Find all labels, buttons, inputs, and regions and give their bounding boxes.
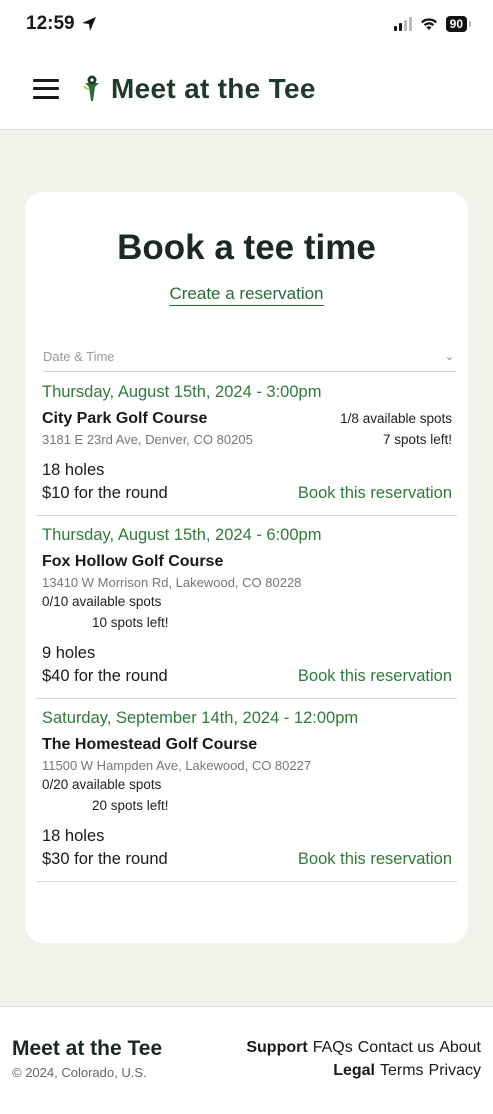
price: $10 for the round xyxy=(42,484,168,502)
spots-left: 20 spots left! xyxy=(92,798,169,813)
status-time: 12:59 xyxy=(26,13,75,34)
footer-legal-heading: Legal xyxy=(333,1062,375,1079)
course-name: The Homestead Golf Course xyxy=(42,736,258,753)
footer-link-terms[interactable]: Terms xyxy=(380,1062,424,1080)
chevron-down-icon: ⌄ xyxy=(444,351,454,363)
hamburger-menu-icon[interactable] xyxy=(33,78,59,99)
reservation-date: Saturday, September 14th, 2024 - 12:00pm xyxy=(42,709,359,727)
course-address: 13410 W Morrison Rd, Lakewood, CO 80228 xyxy=(42,575,302,590)
book-reservation-link[interactable]: Book this reservation xyxy=(298,850,452,869)
app-header: Meet at the Tee xyxy=(0,48,493,130)
footer-support-heading: Support xyxy=(246,1039,308,1056)
create-reservation-link[interactable]: Create a reservation xyxy=(169,284,324,306)
holes: 18 holes xyxy=(42,461,105,479)
reservation-list: Thursday, August 15th, 2024 - 3:00pm Cit… xyxy=(36,373,457,882)
book-reservation-link[interactable]: Book this reservation xyxy=(298,667,452,686)
footer-link-contact[interactable]: Contact us xyxy=(358,1039,434,1057)
cellular-signal-icon xyxy=(393,17,412,31)
book-reservation-link[interactable]: Book this reservation xyxy=(298,484,452,503)
location-arrow-icon xyxy=(81,17,96,31)
brand-name: Meet at the Tee xyxy=(111,72,316,104)
footer-support-links: Support FAQs Contact us About xyxy=(246,1039,481,1057)
reservation-item: Thursday, August 15th, 2024 - 3:00pm Cit… xyxy=(36,373,457,516)
course-name: City Park Golf Course xyxy=(42,410,208,427)
page-title: Book a tee time xyxy=(117,228,376,267)
available-spots: 0/20 available spots xyxy=(42,777,162,792)
footer: Meet at the Tee © 2024, Colorado, U.S. S… xyxy=(0,1006,493,1114)
reservation-date: Thursday, August 15th, 2024 - 6:00pm xyxy=(42,526,322,544)
available-spots: 0/10 available spots xyxy=(42,594,162,609)
reservation-date: Thursday, August 15th, 2024 - 3:00pm xyxy=(42,383,322,401)
footer-link-faqs[interactable]: FAQs xyxy=(313,1039,353,1057)
footer-brand[interactable]: Meet at the Tee xyxy=(12,1037,162,1061)
wifi-icon xyxy=(420,18,437,30)
date-time-select-label: Date & Time xyxy=(43,349,115,364)
spots-left: 7 spots left! xyxy=(382,432,452,447)
date-time-select[interactable]: Date & Time ⌄ xyxy=(43,342,456,372)
footer-copyright: © 2024, Colorado, U.S. xyxy=(12,1065,147,1080)
golf-tee-logo-icon xyxy=(83,75,99,101)
reservation-item: Saturday, September 14th, 2024 - 12:00pm… xyxy=(36,699,457,882)
holes: 18 holes xyxy=(42,827,105,845)
battery-indicator: 90 xyxy=(445,16,472,32)
holes: 9 holes xyxy=(42,644,96,662)
price: $30 for the round xyxy=(42,850,168,868)
available-spots: 1/8 available spots xyxy=(340,411,452,426)
footer-legal-links: Legal Terms Privacy xyxy=(333,1062,481,1080)
course-address: 3181 E 23rd Ave, Denver, CO 80205 xyxy=(42,432,253,447)
footer-link-privacy[interactable]: Privacy xyxy=(429,1062,481,1080)
footer-link-about[interactable]: About xyxy=(439,1039,481,1057)
booking-card: Book a tee time Create a reservation Dat… xyxy=(25,192,468,943)
logo[interactable]: Meet at the Tee xyxy=(81,73,316,105)
course-address: 11500 W Hampden Ave, Lakewood, CO 80227 xyxy=(42,758,312,773)
spots-left: 10 spots left! xyxy=(92,615,169,630)
price: $40 for the round xyxy=(42,667,168,685)
course-name: Fox Hollow Golf Course xyxy=(42,553,224,570)
reservation-item: Thursday, August 15th, 2024 - 6:00pm Fox… xyxy=(36,516,457,699)
status-bar: 12:59 90 xyxy=(0,0,493,48)
